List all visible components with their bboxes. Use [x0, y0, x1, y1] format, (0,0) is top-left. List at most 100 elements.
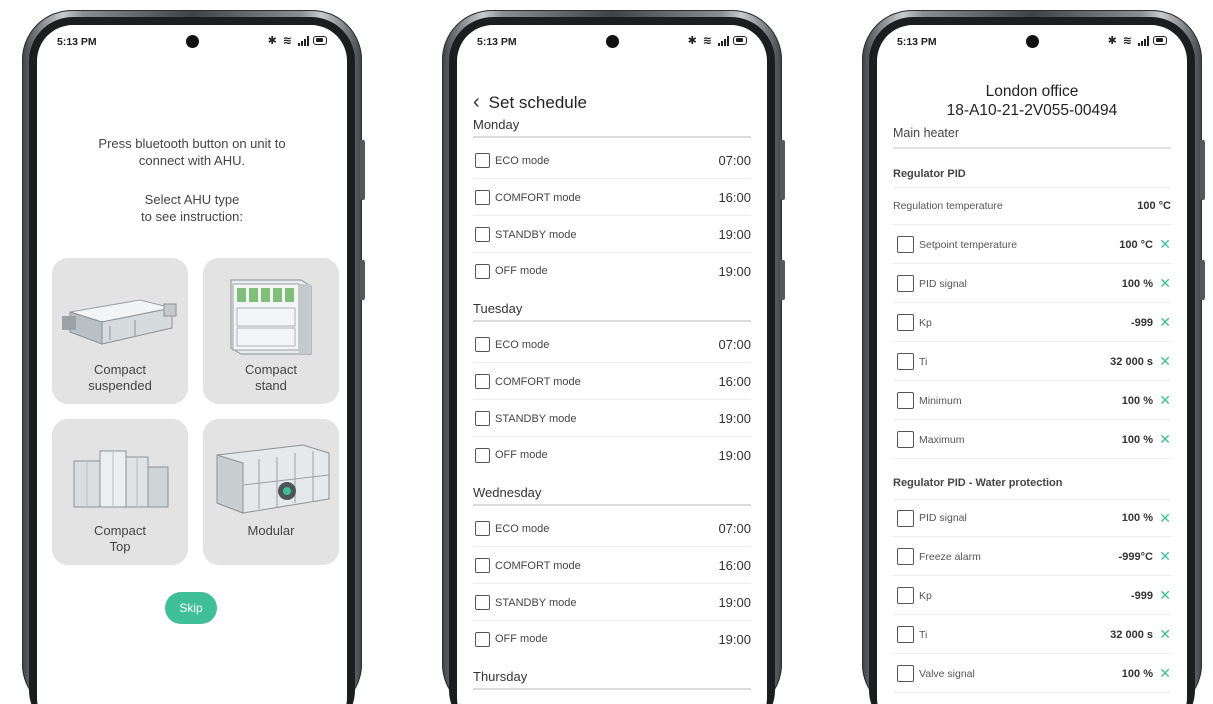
mode-label: OFF mode [495, 265, 548, 277]
mode-checkbox[interactable] [475, 263, 490, 279]
device-serial: 18-A10-21-2V055-00494 [946, 102, 1118, 119]
param-checkbox[interactable] [897, 587, 914, 604]
close-icon[interactable]: ✕ [1155, 236, 1171, 253]
param-checkbox[interactable] [897, 392, 914, 409]
close-icon[interactable]: ✕ [1155, 587, 1171, 604]
mode-time[interactable]: 19:00 [718, 448, 751, 463]
status-time: 5:13 PM [477, 36, 517, 48]
schedule-row[interactable]: STANDBY mode 19:00 [473, 401, 751, 437]
mode-time[interactable]: 16:00 [718, 190, 751, 205]
param-row[interactable]: Freeze alarm -999°C ✕ [893, 538, 1171, 576]
mode-checkbox[interactable] [475, 521, 490, 536]
mode-label: ECO mode [495, 154, 550, 167]
status-icons: ✱ ≋ [1108, 34, 1167, 47]
mode-checkbox[interactable] [475, 190, 490, 205]
param-row[interactable]: Setpoint temperature 100 °C ✕ [893, 226, 1171, 264]
tile-label: Compact suspended [52, 362, 188, 394]
close-icon[interactable]: ✕ [1155, 510, 1171, 527]
tile-compact-stand[interactable]: Compact stand [203, 258, 339, 404]
tile-compact-top[interactable]: Compact Top [52, 419, 188, 565]
param-value: -999°C [1118, 550, 1153, 563]
tile-compact-suspended[interactable]: Compact suspended [52, 258, 188, 404]
param-row[interactable]: PID signal 100 % ✕ [893, 499, 1171, 537]
device-name: London office [985, 83, 1079, 100]
mode-label: STANDBY mode [495, 412, 577, 425]
param-checkbox[interactable] [897, 548, 914, 565]
schedule-row[interactable]: OFF mode 19:00 [473, 437, 751, 473]
mode-label: STANDBY mode [495, 228, 577, 241]
mode-label: OFF mode [495, 449, 548, 461]
param-value: 100 °C [1119, 238, 1153, 251]
mode-time[interactable]: 16:00 [718, 558, 751, 573]
mode-time[interactable]: 19:00 [718, 595, 751, 610]
param-checkbox[interactable] [897, 626, 914, 643]
close-icon[interactable]: ✕ [1155, 548, 1171, 565]
param-checkbox[interactable] [897, 236, 914, 253]
param-row[interactable]: Kp -999 ✕ [893, 304, 1171, 342]
mode-checkbox[interactable] [475, 595, 490, 610]
signal-icon [1138, 35, 1149, 46]
tile-modular[interactable]: Modular [203, 419, 339, 565]
param-label: Ti [919, 628, 928, 641]
day-header-wednesday: Wednesday [473, 485, 751, 506]
schedule-row[interactable]: OFF mode 19:00 [473, 621, 751, 657]
schedule-row[interactable]: STANDBY mode 19:00 [473, 217, 751, 253]
mode-checkbox[interactable] [475, 227, 490, 242]
mode-time[interactable]: 16:00 [718, 374, 751, 389]
mode-checkbox[interactable] [475, 153, 490, 168]
back-arrow-icon[interactable]: ‹ [473, 91, 480, 114]
mode-checkbox[interactable] [475, 631, 490, 647]
param-checkbox[interactable] [897, 665, 914, 682]
mode-time[interactable]: 07:00 [718, 337, 751, 352]
param-row[interactable]: Kp -999 ✕ [893, 577, 1171, 615]
schedule-row[interactable]: COMFORT mode 16:00 [473, 548, 751, 584]
schedule-row[interactable]: OFF mode 19:00 [473, 253, 751, 289]
param-checkbox[interactable] [897, 314, 914, 331]
compact-top-unit-image [73, 450, 169, 508]
close-icon[interactable]: ✕ [1155, 392, 1171, 409]
mode-time[interactable]: 19:00 [718, 411, 751, 426]
schedule-row[interactable]: COMFORT mode 16:00 [473, 364, 751, 400]
schedule-row[interactable]: ECO mode 07:00 [473, 143, 751, 179]
param-checkbox[interactable] [897, 275, 914, 292]
close-icon[interactable]: ✕ [1155, 353, 1171, 370]
close-icon[interactable]: ✕ [1155, 431, 1171, 448]
close-icon[interactable]: ✕ [1155, 665, 1171, 682]
close-icon[interactable]: ✕ [1155, 314, 1171, 331]
mode-checkbox[interactable] [475, 447, 490, 463]
mode-checkbox[interactable] [475, 374, 490, 389]
mode-checkbox[interactable] [475, 558, 490, 573]
day-header-thursday: Thursday [473, 669, 751, 690]
param-label: Valve signal [919, 667, 975, 680]
mode-time[interactable]: 19:00 [718, 264, 751, 279]
param-row[interactable]: Ti 32 000 s ✕ [893, 343, 1171, 381]
schedule-row[interactable]: STANDBY mode 19:00 [473, 585, 751, 621]
instruction-line: Select AHU type [144, 192, 240, 207]
param-value: 100 °C [1137, 200, 1171, 212]
param-row[interactable]: Valve signal 100 % ✕ [893, 655, 1171, 693]
param-row[interactable]: Maximum 100 % ✕ [893, 421, 1171, 459]
signal-icon [298, 35, 309, 46]
bluetooth-icon: ✱ [1107, 35, 1119, 47]
schedule-row[interactable]: ECO mode 07:00 [473, 511, 751, 547]
param-row[interactable]: PID signal 100 % ✕ [893, 265, 1171, 303]
mode-time[interactable]: 07:00 [718, 153, 751, 168]
mode-time[interactable]: 07:00 [718, 521, 751, 536]
schedule-row[interactable]: ECO mode 07:00 [473, 327, 751, 363]
param-row[interactable]: Minimum 100 % ✕ [893, 382, 1171, 420]
close-icon[interactable]: ✕ [1155, 275, 1171, 292]
bluetooth-icon: ✱ [267, 35, 279, 47]
skip-button[interactable]: Skip [165, 592, 217, 624]
param-value: 32 000 s [1110, 628, 1153, 641]
param-checkbox[interactable] [897, 509, 914, 527]
param-checkbox[interactable] [897, 353, 914, 370]
mode-checkbox[interactable] [475, 411, 490, 426]
mode-checkbox[interactable] [475, 337, 490, 352]
param-checkbox[interactable] [897, 431, 914, 448]
close-icon[interactable]: ✕ [1155, 626, 1171, 643]
param-row[interactable]: Ti 32 000 s ✕ [893, 616, 1171, 654]
mode-time[interactable]: 19:00 [718, 632, 751, 647]
param-label: Regulation temperature [893, 200, 1003, 212]
schedule-row[interactable]: COMFORT mode 16:00 [473, 180, 751, 216]
mode-time[interactable]: 19:00 [718, 227, 751, 242]
